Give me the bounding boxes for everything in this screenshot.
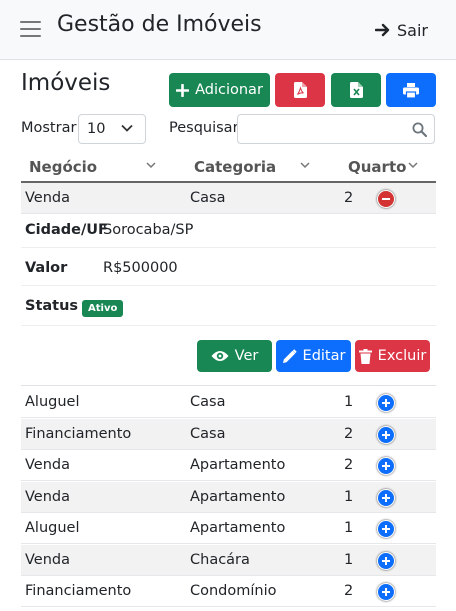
- detail-row-city: Cidade/UF Sorocaba/SP: [21, 214, 436, 248]
- pencil-icon: [282, 348, 297, 363]
- detail-row-value: Valor R$500000: [21, 248, 436, 286]
- cell-negocio: Venda: [25, 489, 70, 505]
- cell-categoria: Apartamento: [190, 489, 286, 505]
- expand-row-icon[interactable]: [377, 457, 395, 475]
- printer-icon: [403, 82, 419, 98]
- trash-icon: [358, 348, 372, 364]
- export-excel-button[interactable]: [331, 73, 381, 107]
- sort-chevron-icon: [300, 162, 310, 169]
- cell-categoria: Condomínio: [190, 583, 277, 599]
- cell-quarto: 2: [344, 583, 354, 599]
- table-row[interactable]: Venda Apartamento 2: [21, 450, 436, 481]
- edit-button[interactable]: Editar: [276, 340, 351, 372]
- column-header-negocio[interactable]: Negócio: [29, 158, 97, 176]
- sort-chevron-icon: [408, 162, 418, 169]
- search-input[interactable]: [238, 115, 408, 143]
- cell-categoria: Apartamento: [190, 520, 286, 536]
- logout-button[interactable]: Sair: [375, 18, 428, 42]
- cell-quarto: 1: [344, 552, 354, 568]
- status-badge: Ativo: [82, 296, 124, 317]
- print-button[interactable]: [386, 73, 436, 107]
- cell-quarto: 1: [344, 489, 354, 505]
- table-row-expanded[interactable]: Venda Casa 2: [21, 183, 436, 214]
- plus-icon: [176, 83, 190, 97]
- table-row[interactable]: Financiamento Condomínio 2: [21, 576, 436, 607]
- cell-categoria: Casa: [190, 426, 226, 442]
- menu-icon[interactable]: [20, 19, 41, 39]
- logout-label: Sair: [397, 20, 428, 40]
- file-pdf-icon: [293, 82, 307, 98]
- top-navbar: Gestão de Imóveis Sair: [0, 0, 456, 60]
- expand-row-icon[interactable]: [377, 426, 395, 444]
- cell-negocio: Financiamento: [25, 583, 132, 599]
- delete-button[interactable]: Excluir: [355, 340, 430, 372]
- show-entries-label: Mostrar: [21, 120, 77, 136]
- detail-label-status: Status: [25, 298, 79, 314]
- status-badge-text: Ativo: [82, 300, 124, 317]
- cell-categoria: Casa: [190, 190, 226, 206]
- file-excel-icon: [349, 82, 363, 98]
- arrow-right-icon: [375, 23, 390, 37]
- cell-categoria: Chacára: [190, 552, 250, 568]
- cell-quarto: 2: [344, 457, 354, 473]
- page-heading: Imóveis: [21, 70, 111, 96]
- table-row[interactable]: Aluguel Casa 1: [21, 387, 436, 418]
- column-header-quarto[interactable]: Quarto: [348, 158, 406, 176]
- cell-quarto: 1: [344, 520, 354, 536]
- chevron-down-icon: [121, 124, 133, 132]
- cell-categoria: Casa: [190, 394, 226, 410]
- expand-row-icon[interactable]: [377, 489, 395, 507]
- expand-row-icon[interactable]: [377, 520, 395, 538]
- export-pdf-button[interactable]: [275, 73, 325, 107]
- view-button[interactable]: Ver: [197, 340, 272, 372]
- page-size-select[interactable]: 10: [78, 114, 146, 144]
- table-row[interactable]: Venda Apartamento 1: [21, 482, 436, 513]
- cell-negocio: Venda: [25, 552, 70, 568]
- cell-quarto: 1: [344, 394, 354, 410]
- detail-value-city: Sorocaba/SP: [103, 222, 194, 238]
- search-icon[interactable]: [412, 122, 427, 137]
- add-button-label: Adicionar: [195, 82, 263, 98]
- expand-row-icon[interactable]: [377, 552, 395, 570]
- table-row[interactable]: Venda Chacára 1: [21, 545, 436, 576]
- cell-categoria: Apartamento: [190, 457, 286, 473]
- cell-negocio: Aluguel: [25, 394, 80, 410]
- page-size-value: 10: [87, 121, 106, 137]
- cell-quarto: 2: [344, 426, 354, 442]
- search-field[interactable]: [237, 114, 435, 144]
- expand-row-icon[interactable]: [377, 583, 395, 601]
- cell-negocio: Venda: [25, 457, 70, 473]
- eye-icon: [211, 351, 229, 361]
- sort-chevron-icon: [146, 162, 156, 169]
- detail-value-value: R$500000: [103, 260, 178, 276]
- detail-label-city: Cidade/UF: [25, 222, 108, 238]
- app-title: Gestão de Imóveis: [57, 12, 262, 37]
- cell-negocio: Venda: [25, 190, 70, 206]
- table-row[interactable]: Aluguel Apartamento 1: [21, 513, 436, 544]
- cell-negocio: Financiamento: [25, 426, 132, 442]
- edit-button-label: Editar: [302, 348, 346, 364]
- table-row[interactable]: Financiamento Casa 2: [21, 419, 436, 450]
- delete-button-label: Excluir: [377, 348, 427, 364]
- view-button-label: Ver: [234, 348, 259, 364]
- column-header-categoria[interactable]: Categoria: [194, 158, 276, 176]
- cell-negocio: Aluguel: [25, 520, 80, 536]
- cell-quarto: 2: [344, 190, 354, 206]
- add-button[interactable]: Adicionar: [169, 73, 270, 107]
- detail-label-value: Valor: [25, 260, 68, 276]
- collapse-row-icon[interactable]: [377, 190, 395, 208]
- search-label: Pesquisar: [169, 120, 239, 136]
- expand-row-icon[interactable]: [377, 394, 395, 412]
